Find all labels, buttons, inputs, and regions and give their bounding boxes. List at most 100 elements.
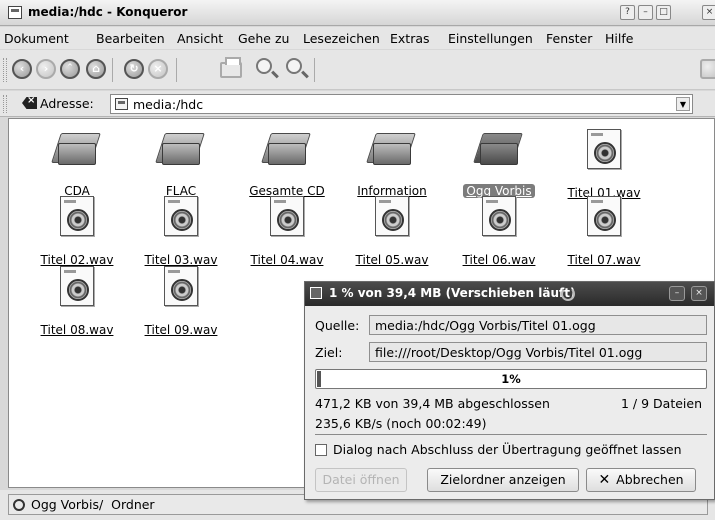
source-field: media:/hdc/Ogg Vorbis/Titel 01.ogg bbox=[369, 315, 707, 335]
file-name: Titel 06.wav bbox=[462, 253, 536, 267]
file-item[interactable]: Titel 08.wav bbox=[25, 266, 129, 337]
file-name: Titel 03.wav bbox=[144, 253, 218, 267]
location-bar: × Adresse: media:/hdc ▼ bbox=[0, 91, 715, 117]
dialog-title: 1 % von 39,4 MB (Verschieben läuft) bbox=[329, 286, 576, 300]
menu-einstellungen[interactable]: Einstellungen bbox=[448, 31, 533, 46]
folder-icon bbox=[473, 129, 523, 167]
locationbar-grip[interactable] bbox=[3, 95, 7, 113]
menu-extras[interactable]: Extras bbox=[390, 31, 430, 46]
audio-file-icon bbox=[270, 196, 304, 236]
toolbar-separator bbox=[176, 58, 177, 82]
audio-file-icon bbox=[375, 196, 409, 236]
menu-bearbeiten[interactable]: Bearbeiten bbox=[96, 31, 165, 46]
cancel-label: Abbrechen bbox=[616, 472, 684, 487]
dialog-minimize-button[interactable]: – bbox=[669, 286, 685, 301]
forward-icon[interactable]: › bbox=[36, 59, 56, 79]
toolbar-separator bbox=[314, 58, 315, 82]
clear-location-icon[interactable]: × bbox=[22, 97, 37, 109]
file-name: Titel 07.wav bbox=[567, 253, 641, 267]
folder-item[interactable]: Gesamte CD bbox=[235, 129, 339, 198]
menu-hilfe[interactable]: Hilfe bbox=[605, 31, 633, 46]
cancel-button[interactable]: ✕ Abbrechen bbox=[586, 468, 696, 492]
up-icon[interactable]: ˆ bbox=[60, 59, 80, 79]
location-label: Adresse: bbox=[40, 96, 94, 111]
drive-icon bbox=[115, 98, 128, 110]
file-item[interactable]: Titel 03.wav bbox=[129, 196, 233, 267]
show-folder-button[interactable]: Zielordner anzeigen bbox=[427, 468, 579, 492]
app-icon bbox=[8, 6, 22, 19]
file-name: Titel 08.wav bbox=[40, 323, 114, 337]
progress-text: 1% bbox=[501, 372, 521, 386]
folder-icon bbox=[366, 129, 416, 167]
menu-fenster[interactable]: Fenster bbox=[546, 31, 592, 46]
audio-file-icon bbox=[164, 196, 198, 236]
location-dropdown-icon[interactable]: ▼ bbox=[676, 97, 690, 111]
folder-item[interactable]: Information bbox=[340, 129, 444, 198]
dialog-titlebar[interactable]: 1 % von 39,4 MB (Verschieben läuft) – × bbox=[305, 282, 714, 306]
close-button[interactable]: × bbox=[702, 5, 715, 20]
file-item[interactable]: Titel 05.wav bbox=[340, 196, 444, 267]
file-item[interactable]: Titel 06.wav bbox=[447, 196, 551, 267]
files-count: 1 / 9 Dateien bbox=[621, 396, 702, 411]
file-name: Titel 09.wav bbox=[144, 323, 218, 337]
menu-dokument[interactable]: Dokument bbox=[4, 31, 69, 46]
minimize-button[interactable]: – bbox=[638, 5, 653, 20]
progress-bar: 1% bbox=[315, 369, 707, 389]
status-text: Ogg Vorbis/ Ordner bbox=[31, 497, 155, 512]
file-item[interactable]: Titel 04.wav bbox=[235, 196, 339, 267]
folder-icon bbox=[261, 129, 311, 167]
source-label: Quelle: bbox=[315, 318, 360, 333]
file-item[interactable]: Titel 01.wav bbox=[552, 129, 656, 200]
file-name: Titel 02.wav bbox=[40, 253, 114, 267]
folder-icon bbox=[155, 129, 205, 167]
transfer-dialog: 1 % von 39,4 MB (Verschieben läuft) – × … bbox=[304, 281, 715, 500]
folder-item[interactable]: FLAC bbox=[129, 129, 233, 198]
print-icon[interactable] bbox=[220, 57, 242, 78]
toolbar-separator bbox=[112, 58, 113, 82]
dialog-close-button[interactable]: × bbox=[691, 286, 707, 301]
help-button[interactable]: ? bbox=[620, 5, 635, 20]
zoom-in-icon[interactable] bbox=[256, 58, 272, 74]
busy-icon bbox=[561, 287, 575, 301]
menubar: Dokument Bearbeiten Ansicht Gehe zu Lese… bbox=[0, 27, 715, 49]
dest-value: file:///root/Desktop/Ogg Vorbis/Titel 01… bbox=[375, 345, 643, 360]
speed-text: 235,6 KB/s (noch 00:02:49) bbox=[315, 416, 487, 431]
location-input[interactable]: media:/hdc ▼ bbox=[110, 94, 693, 114]
file-item[interactable]: Titel 02.wav bbox=[25, 196, 129, 267]
status-icon bbox=[13, 499, 25, 511]
audio-file-icon bbox=[60, 196, 94, 236]
settings-icon[interactable] bbox=[700, 59, 715, 79]
folder-item[interactable]: Ogg Vorbis bbox=[447, 129, 551, 198]
window-titlebar[interactable]: media:/hdc - Konqueror ? – □ × bbox=[0, 0, 715, 26]
audio-file-icon bbox=[164, 266, 198, 306]
maximize-button[interactable]: □ bbox=[656, 5, 671, 20]
file-item[interactable]: Titel 09.wav bbox=[129, 266, 233, 337]
back-icon[interactable]: ‹ bbox=[12, 59, 32, 79]
menu-gehe-zu[interactable]: Gehe zu bbox=[238, 31, 289, 46]
keep-open-checkbox[interactable] bbox=[315, 444, 327, 456]
dest-label: Ziel: bbox=[315, 345, 343, 360]
source-value: media:/hdc/Ogg Vorbis/Titel 01.ogg bbox=[375, 318, 596, 333]
dialog-divider bbox=[315, 434, 707, 435]
menu-lesezeichen[interactable]: Lesezeichen bbox=[303, 31, 380, 46]
stop-icon[interactable]: × bbox=[148, 59, 168, 79]
audio-file-icon bbox=[482, 196, 516, 236]
folder-icon bbox=[51, 129, 101, 167]
file-name: Titel 04.wav bbox=[250, 253, 324, 267]
audio-file-icon bbox=[60, 266, 94, 306]
dest-field: file:///root/Desktop/Ogg Vorbis/Titel 01… bbox=[369, 342, 707, 362]
file-item[interactable]: Titel 07.wav bbox=[552, 196, 656, 267]
menu-ansicht[interactable]: Ansicht bbox=[177, 31, 223, 46]
toolbar: ‹ › ˆ ⌂ ↻ × bbox=[0, 50, 715, 90]
cancel-icon: ✕ bbox=[598, 472, 611, 488]
home-icon[interactable]: ⌂ bbox=[86, 59, 106, 79]
zoom-out-icon[interactable] bbox=[286, 58, 302, 74]
audio-file-icon bbox=[587, 196, 621, 236]
file-name: Titel 05.wav bbox=[355, 253, 429, 267]
reload-icon[interactable]: ↻ bbox=[124, 59, 144, 79]
folder-item[interactable]: CDA bbox=[25, 129, 129, 198]
audio-file-icon bbox=[587, 129, 621, 169]
location-value: media:/hdc bbox=[133, 97, 204, 112]
open-file-button[interactable]: Datei öffnen bbox=[315, 468, 407, 492]
toolbar-grip[interactable] bbox=[3, 58, 7, 82]
